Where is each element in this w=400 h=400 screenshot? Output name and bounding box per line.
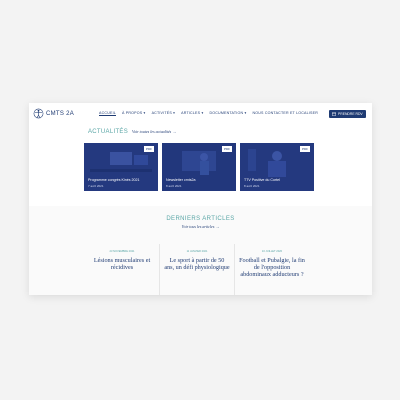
article-item[interactable]: 23 NOVEMBRE 2021 Lésions musculaires et … [85, 244, 159, 295]
article-title: Football et Pubalgie, la fin de l'opposi… [239, 257, 305, 278]
main-menu: ACCUEIL À PROPOS ▾ ACTIVITÉS ▾ ARTICLES … [99, 111, 318, 115]
news-card-date: 8 avril 2021 [166, 184, 182, 188]
pdf-badge: PDF [222, 146, 232, 152]
article-title: Lésions musculaires et récidives [93, 257, 151, 271]
nav-item-contact[interactable]: NOUS CONTACTER ET LOCALISER [252, 111, 318, 115]
main-header: CMTS 2A ACCUEIL À PROPOS ▾ ACTIVITÉS ▾ A… [29, 103, 372, 125]
news-card[interactable]: PDF TTV Positive du Cortel 8 avril 2021 [240, 143, 314, 191]
brand-logo[interactable]: CMTS 2A [33, 108, 74, 119]
article-date: 23 NOVEMBRE 2021 [109, 250, 135, 253]
book-appointment-label: PRENDRE RDV [338, 112, 363, 116]
nav-item-documentation[interactable]: DOCUMENTATION ▾ [209, 111, 246, 115]
news-card-title: TTV Positive du Cortel [244, 178, 280, 182]
articles-title: DERNIERS ARTICLES [166, 216, 235, 222]
news-card[interactable]: PDF Programme congrès Kinés 2021 7 avril… [84, 143, 158, 191]
nav-item-articles[interactable]: ARTICLES ▾ [181, 111, 203, 115]
vitruvian-logo-icon [33, 108, 44, 119]
all-articles-link[interactable]: Voir tous les articles → [29, 224, 372, 229]
articles-header: DERNIERS ARTICLES Voir tous les articles… [29, 216, 372, 229]
news-card-date: 7 avril 2021 [88, 184, 104, 188]
news-card[interactable]: PDF Newsletter cmts2a 8 avril 2021 [162, 143, 236, 191]
articles-list: 23 NOVEMBRE 2021 Lésions musculaires et … [85, 244, 309, 295]
calendar-icon [332, 112, 336, 116]
nav-item-activites[interactable]: ACTIVITÉS ▾ [152, 111, 176, 115]
news-cards: PDF Programme congrès Kinés 2021 7 avril… [84, 143, 314, 191]
nav-item-a-propos[interactable]: À PROPOS ▾ [122, 111, 146, 115]
news-header: ACTUALITÉS Voir toutes les actualités → [88, 129, 176, 135]
news-title: ACTUALITÉS [88, 129, 129, 135]
pdf-badge: PDF [300, 146, 310, 152]
news-card-title: Newsletter cmts2a [166, 178, 196, 182]
brand-name: CMTS 2A [46, 110, 75, 117]
article-item[interactable]: 11 JANVIER 2021 Le sport à partir de 50 … [159, 244, 234, 295]
site-page: CMTS 2A ACCUEIL À PROPOS ▾ ACTIVITÉS ▾ A… [29, 103, 372, 295]
all-news-link[interactable]: Voir toutes les actualités → [132, 129, 176, 134]
article-date: 10 JUILLET 2020 [261, 250, 283, 253]
article-date: 11 JANVIER 2021 [186, 250, 208, 253]
news-card-date: 8 avril 2021 [244, 184, 260, 188]
book-appointment-button[interactable]: PRENDRE RDV [329, 110, 366, 118]
news-card-title: Programme congrès Kinés 2021 [88, 178, 140, 182]
nav-item-accueil[interactable]: ACCUEIL [99, 111, 116, 115]
article-item[interactable]: 10 JUILLET 2020 Football et Pubalgie, la… [234, 244, 309, 295]
pdf-badge: PDF [144, 146, 154, 152]
article-title: Le sport à partir de 50 ans, un défi phy… [164, 257, 230, 271]
